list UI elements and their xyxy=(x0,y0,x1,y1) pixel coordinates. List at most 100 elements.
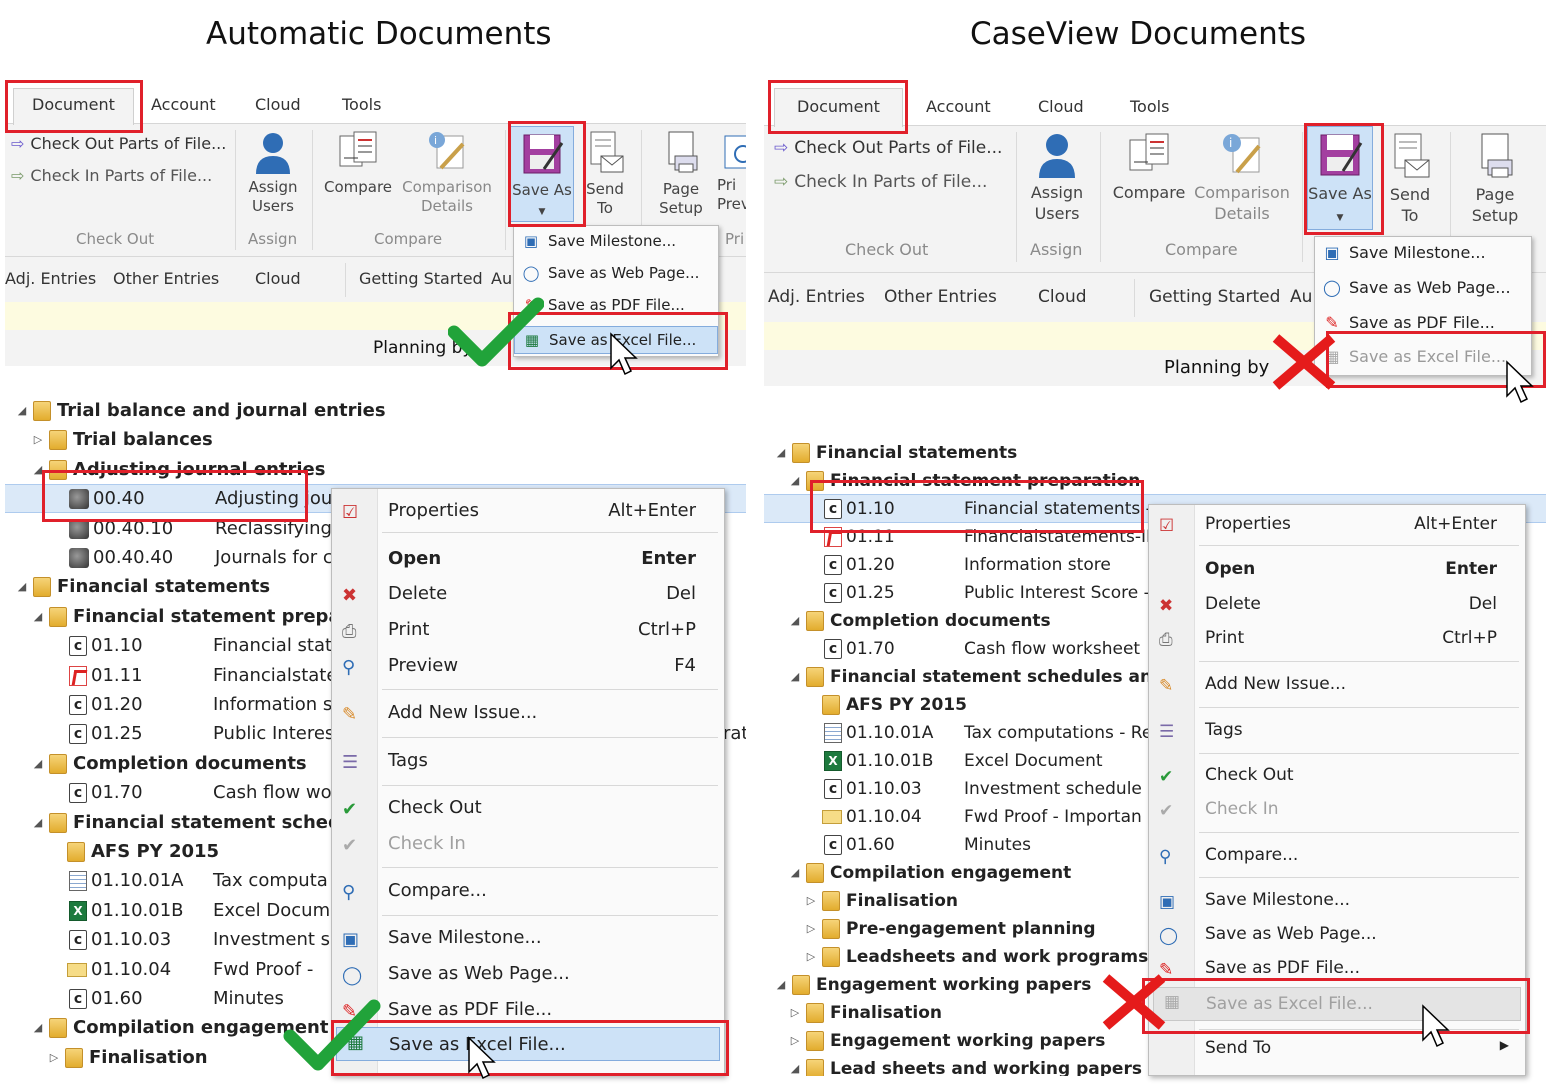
expand-icon: ◢ xyxy=(790,866,800,879)
save-as-icon xyxy=(1320,134,1363,176)
tab-cloud[interactable]: Cloud xyxy=(255,95,301,114)
tree-folder[interactable]: ◢ Adjusting journal entries xyxy=(5,455,746,484)
check-in-parts-button[interactable]: ⇨ Check In Parts of File... xyxy=(774,172,987,192)
caseview-icon: c xyxy=(824,778,842,799)
comparison-details-button[interactable]: i Comparison Details xyxy=(399,130,495,216)
chevron-right-icon: ▶ xyxy=(1499,1038,1509,1052)
sub-tab-other-entries[interactable]: Other Entries xyxy=(884,287,997,307)
globe-icon: ◯ xyxy=(342,965,363,986)
page-setup-button[interactable]: Page Setup xyxy=(1464,132,1526,226)
tree-folder[interactable]: ◢ Trial balance and journal entries xyxy=(5,396,746,425)
save-as-button[interactable]: Save As ▼ xyxy=(1307,126,1373,230)
sub-tab-adj-entries[interactable]: Adj. Entries xyxy=(5,269,96,288)
group-print-label: Pri xyxy=(725,230,745,248)
comparison-details-button[interactable]: i Comparison Details xyxy=(1190,132,1294,224)
expand-icon: ◢ xyxy=(17,580,27,593)
sub-tab-other-entries[interactable]: Other Entries xyxy=(113,269,219,288)
cross-icon xyxy=(1272,334,1336,390)
menu-save-pdf[interactable]: ✎ Save as PDF File... xyxy=(514,296,718,314)
separator xyxy=(382,737,718,738)
tab-tools[interactable]: Tools xyxy=(1130,97,1169,116)
send-to-button[interactable]: Send To xyxy=(1384,132,1436,226)
mail-icon xyxy=(822,809,842,824)
collapse-icon: ▷ xyxy=(49,1051,59,1064)
sub-tab-getting-started[interactable]: Getting Started xyxy=(1149,287,1280,307)
tab-document[interactable]: Document xyxy=(774,88,903,127)
separator xyxy=(1199,832,1519,833)
printer-icon: ⎙ xyxy=(342,621,357,642)
ctx-save-excel[interactable]: ▦ Save as Excel File... xyxy=(336,1027,720,1061)
folder-icon xyxy=(49,753,67,774)
globe-icon: ◯ xyxy=(522,264,540,282)
collapse-icon: ▷ xyxy=(806,922,816,935)
save-as-button[interactable]: Save As ▼ xyxy=(510,126,574,222)
ribbon-tabs: Document Account Cloud Tools xyxy=(764,86,1546,127)
menu-save-web-page[interactable]: ◯ Save as Web Page... xyxy=(1315,278,1531,297)
page-setup-icon xyxy=(668,131,698,173)
comparison-details-icon: i xyxy=(1223,134,1261,174)
caseview-icon: c xyxy=(69,694,87,715)
chevron-down-icon: ▼ xyxy=(1336,213,1344,223)
compare-button[interactable]: Compare xyxy=(1110,132,1188,203)
separator xyxy=(1199,661,1519,662)
tree-folder[interactable]: ▷ Trial balances xyxy=(5,425,746,454)
svg-text:i: i xyxy=(1229,136,1232,150)
separator xyxy=(382,915,718,916)
left-context-menu: ☑ Properties Alt+Enter Open Enter ✖ Delete De… xyxy=(331,488,725,1076)
milestone-icon: ▣ xyxy=(342,929,360,950)
tab-tools[interactable]: Tools xyxy=(342,95,381,114)
save-as-icon xyxy=(523,134,564,174)
assign-users-button[interactable]: Assign Users xyxy=(1026,132,1088,224)
mouse-cursor-icon xyxy=(610,332,638,376)
pdf-icon: ✎ xyxy=(1325,313,1339,332)
tree-folder[interactable]: ◢ Financial statements xyxy=(764,438,1546,467)
issue-icon: ✎ xyxy=(342,704,358,725)
separator xyxy=(1016,132,1017,262)
sub-tab-adj-entries[interactable]: Adj. Entries xyxy=(768,287,865,307)
send-to-button[interactable]: Send To xyxy=(582,130,628,218)
check-out-parts-button[interactable]: ⇨ Check Out Parts of File... xyxy=(11,134,226,153)
print-preview-button[interactable]: Pri Prev xyxy=(717,130,746,214)
menu-save-milestone[interactable]: ▣ Save Milestone... xyxy=(1315,243,1531,262)
assign-users-button[interactable]: Assign Users xyxy=(245,130,301,216)
user-icon xyxy=(256,133,290,174)
check-in-parts-button[interactable]: ⇨ Check In Parts of File... xyxy=(11,166,212,185)
sub-tab-cloud[interactable]: Cloud xyxy=(1038,287,1087,307)
collapse-icon: ▷ xyxy=(806,950,816,963)
group-check-out-label: Check Out xyxy=(845,240,929,259)
expand-icon: ◢ xyxy=(33,463,43,476)
separator xyxy=(1199,877,1519,878)
separator xyxy=(1100,132,1101,262)
folder-icon xyxy=(792,442,810,463)
caseview-icon: c xyxy=(69,782,87,803)
tab-document[interactable]: Document xyxy=(13,88,134,125)
sub-tab-cloud[interactable]: Cloud xyxy=(255,269,301,288)
milestone-icon: ▣ xyxy=(1324,243,1340,262)
tab-cloud[interactable]: Cloud xyxy=(1038,97,1084,116)
separator xyxy=(312,130,313,250)
heading-caseview: CaseView Documents xyxy=(970,16,1307,52)
sub-tab-au[interactable]: Au xyxy=(491,269,512,288)
tab-account[interactable]: Account xyxy=(151,95,216,114)
compare-icon: ⚲ xyxy=(342,882,356,903)
ctx-save-excel[interactable]: ▦ Save as Excel File... xyxy=(1153,987,1521,1021)
check-icon xyxy=(283,999,381,1071)
check-icon xyxy=(448,297,544,367)
menu-save-milestone[interactable]: ▣ Save Milestone... xyxy=(514,232,718,250)
compare-button[interactable]: Compare xyxy=(323,130,393,197)
expand-icon: ◢ xyxy=(790,474,800,487)
excel-icon: X xyxy=(824,750,842,771)
tab-account[interactable]: Account xyxy=(926,97,991,116)
page-setup-button[interactable]: Page Setup xyxy=(653,130,709,218)
menu-save-excel[interactable]: ▦ Save as Excel File... xyxy=(1315,347,1531,366)
folder-icon xyxy=(822,918,840,939)
expand-icon: ◢ xyxy=(776,978,786,991)
sub-tab-getting-started[interactable]: Getting Started xyxy=(359,269,483,288)
sub-tab-au[interactable]: Au xyxy=(1290,287,1312,307)
expand-icon: ◢ xyxy=(33,757,43,770)
menu-save-web-page[interactable]: ◯ Save as Web Page... xyxy=(514,264,718,282)
tree-folder[interactable]: ◢ Financial statement preparation xyxy=(764,466,1546,495)
folder-icon xyxy=(806,1058,824,1076)
menu-save-pdf[interactable]: ✎ Save as PDF File... xyxy=(1315,313,1531,332)
check-out-parts-button[interactable]: ⇨ Check Out Parts of File... xyxy=(774,138,1002,158)
